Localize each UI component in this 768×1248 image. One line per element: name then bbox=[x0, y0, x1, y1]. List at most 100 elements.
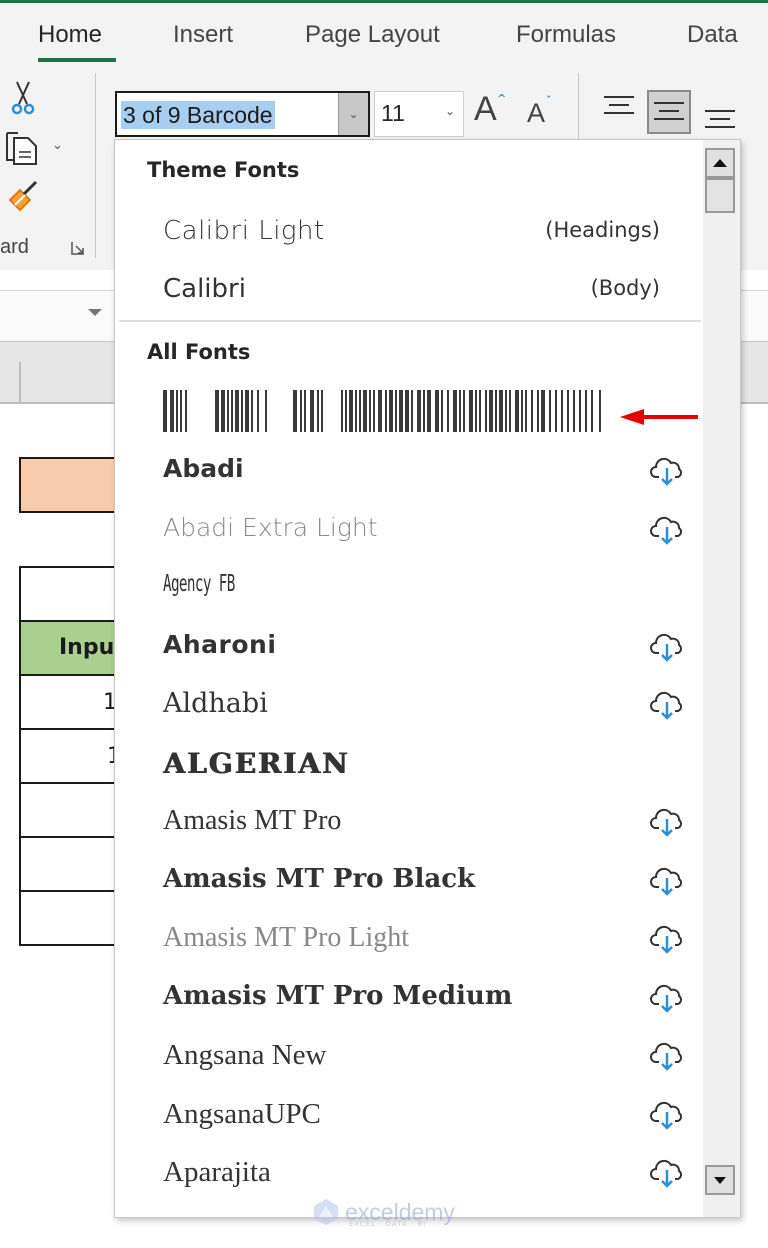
table-header-cell[interactable]: Inpu bbox=[19, 620, 129, 676]
tab-formulas[interactable]: Formulas bbox=[516, 21, 616, 49]
barcode-bar bbox=[378, 390, 382, 432]
table-row[interactable] bbox=[19, 836, 129, 892]
format-painter-icon[interactable] bbox=[6, 178, 42, 214]
red-arrow-annotation-icon bbox=[620, 409, 698, 425]
font-option-amasis-mt-pro-light[interactable]: Amasis MT Pro Light bbox=[115, 910, 700, 968]
font-option-angsanaupc[interactable]: AngsanaUPC bbox=[115, 1086, 700, 1144]
font-option-algerian[interactable]: ALGERIAN bbox=[115, 735, 700, 793]
clipboard-group-label: ard bbox=[0, 236, 29, 258]
barcode-bar bbox=[251, 390, 253, 432]
bottom-align-button[interactable] bbox=[700, 100, 744, 144]
triangle-down-icon bbox=[714, 1176, 726, 1184]
increase-font-size-button[interactable]: A bbox=[474, 90, 497, 129]
barcode-bar bbox=[341, 390, 343, 432]
font-option-abadi[interactable]: Abadi bbox=[115, 442, 700, 500]
font-option-aharoni[interactable]: Aharoni bbox=[115, 618, 700, 676]
tab-data[interactable]: Data bbox=[687, 21, 738, 49]
barcode-bar bbox=[257, 390, 259, 432]
barcode-bar bbox=[163, 390, 167, 432]
barcode-bar bbox=[241, 390, 243, 432]
dropdown-scrollbar[interactable] bbox=[703, 140, 740, 1217]
font-option-label: Aparajita bbox=[163, 1156, 271, 1188]
barcode-bar bbox=[555, 390, 557, 432]
title-cell[interactable] bbox=[19, 457, 129, 513]
font-option-amasis-mt-pro[interactable]: Amasis MT Pro bbox=[115, 793, 700, 851]
barcode-bar bbox=[310, 390, 314, 432]
font-option-aparajita[interactable]: Aparajita bbox=[115, 1144, 700, 1202]
chevron-down-icon[interactable]: ⌄ bbox=[445, 104, 455, 118]
scroll-up-button[interactable] bbox=[705, 148, 735, 178]
dialog-launcher-icon[interactable] bbox=[70, 240, 86, 256]
table-row[interactable] bbox=[19, 890, 129, 946]
font-option-label: Aldhabi bbox=[163, 688, 268, 719]
cloud-download-icon[interactable] bbox=[649, 1040, 685, 1072]
font-option-amasis-mt-pro-black[interactable]: Amasis MT Pro Black bbox=[115, 852, 700, 910]
font-name-combobox[interactable]: 3 of 9 Barcode ⌄ bbox=[115, 91, 370, 137]
copy-chevron-icon[interactable]: ⌄ bbox=[52, 138, 63, 153]
align-line bbox=[659, 110, 679, 112]
scroll-thumb[interactable] bbox=[705, 178, 735, 213]
cloud-download-icon[interactable] bbox=[649, 689, 685, 721]
tab-page-layout[interactable]: Page Layout bbox=[305, 21, 440, 49]
top-align-button[interactable] bbox=[598, 90, 642, 134]
tab-home[interactable]: Home bbox=[38, 21, 102, 49]
table-caption-cell[interactable] bbox=[19, 566, 129, 622]
cloud-download-icon[interactable] bbox=[649, 1157, 685, 1189]
tab-insert[interactable]: Insert bbox=[173, 21, 233, 49]
font-option-abadi-extra-light[interactable]: Abadi Extra Light bbox=[115, 501, 700, 559]
font-option-calibri[interactable]: Calibri (Body) bbox=[115, 262, 700, 320]
align-line bbox=[604, 96, 634, 98]
barcode-bar bbox=[453, 390, 457, 432]
caret-down-icon: ˇ bbox=[546, 94, 552, 107]
table-row[interactable]: 1 bbox=[19, 728, 129, 784]
font-option-agency-fb[interactable]: Agency FB bbox=[115, 559, 700, 617]
font-option-angsana-new[interactable]: Angsana New bbox=[115, 1027, 700, 1085]
decrease-font-size-button[interactable]: A bbox=[527, 98, 545, 129]
barcode-bar bbox=[537, 390, 539, 432]
font-option-calibri-light[interactable]: Calibri Light (Headings) bbox=[115, 204, 700, 262]
barcode-bar bbox=[427, 390, 431, 432]
barcode-bar bbox=[509, 390, 511, 432]
barcode-bar bbox=[499, 390, 503, 432]
cloud-download-icon[interactable] bbox=[649, 514, 685, 546]
name-box-dropdown-icon[interactable] bbox=[88, 309, 102, 316]
cloud-download-icon[interactable] bbox=[649, 923, 685, 955]
cloud-download-icon[interactable] bbox=[649, 806, 685, 838]
cloud-download-icon[interactable] bbox=[649, 1099, 685, 1131]
font-option-aldhabi[interactable]: Aldhabi bbox=[115, 676, 700, 734]
barcode-bar bbox=[459, 390, 461, 432]
scroll-down-button[interactable] bbox=[705, 1165, 735, 1195]
triangle-up-icon bbox=[713, 159, 727, 167]
barcode-bar bbox=[495, 390, 497, 432]
cloud-download-icon[interactable] bbox=[649, 455, 685, 487]
barcode-bar bbox=[525, 390, 527, 432]
font-size-combobox[interactable]: 11 ⌄ bbox=[374, 91, 464, 137]
barcode-bar bbox=[265, 390, 267, 432]
barcode-bar bbox=[591, 390, 593, 432]
barcode-bar bbox=[321, 390, 323, 432]
font-size-input[interactable]: 11 bbox=[381, 100, 405, 127]
font-option-amasis-mt-pro-medium[interactable]: Amasis MT Pro Medium bbox=[115, 969, 700, 1027]
watermark-tagline: EXCEL · DATA · BI bbox=[349, 1220, 427, 1228]
column-header-separator bbox=[19, 362, 21, 404]
cloud-download-icon[interactable] bbox=[649, 982, 685, 1014]
cloud-download-icon[interactable] bbox=[649, 631, 685, 663]
ribbon-tab-bar: Home Insert Page Layout Formulas Data bbox=[0, 3, 768, 70]
cloud-download-icon[interactable] bbox=[649, 865, 685, 897]
table-row[interactable] bbox=[19, 782, 129, 838]
font-option-3-of-9-barcode[interactable] bbox=[163, 390, 603, 432]
barcode-bar bbox=[355, 390, 357, 432]
barcode-bar bbox=[561, 390, 563, 432]
middle-align-button[interactable] bbox=[647, 90, 691, 134]
barcode-bar bbox=[567, 390, 569, 432]
barcode-bar bbox=[479, 390, 481, 432]
font-name-input[interactable]: 3 of 9 Barcode bbox=[121, 101, 275, 129]
cut-icon[interactable] bbox=[8, 80, 38, 116]
copy-icon[interactable] bbox=[4, 130, 44, 166]
table-row[interactable]: 1 bbox=[19, 674, 129, 730]
brand-logo-icon bbox=[314, 1199, 338, 1225]
barcode-bar bbox=[185, 390, 187, 432]
align-line bbox=[654, 102, 684, 104]
font-name-dropdown-button[interactable]: ⌄ bbox=[338, 93, 368, 135]
barcode-bar bbox=[359, 390, 361, 432]
